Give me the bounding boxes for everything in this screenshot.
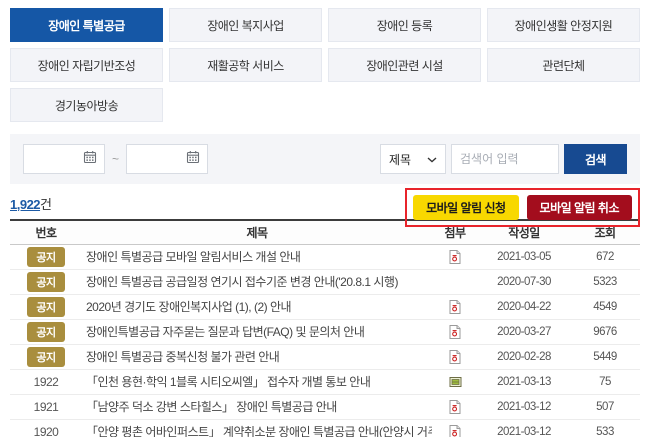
- search-button[interactable]: 검색: [564, 144, 627, 174]
- attachment-doc-icon[interactable]: [449, 400, 461, 414]
- column-header: 번호: [10, 220, 82, 244]
- mobile-alert-cancel-button[interactable]: 모바일 알림 취소: [527, 195, 632, 220]
- table-row: 공지 장애인 특별공급 중복신청 불가 관련 안내 2020-02-28 544…: [10, 344, 640, 369]
- red-annotation-box: 모바일 알림 신청 모바일 알림 취소: [405, 188, 640, 227]
- post-date: 2020-07-30: [478, 269, 570, 294]
- notice-badge: 공지: [27, 272, 64, 292]
- date-to-input[interactable]: [126, 144, 208, 174]
- post-title[interactable]: 「인천 용현·학익 1블록 시티오씨엘」 접수자 개별 통보 안내: [82, 369, 432, 394]
- notice-badge: 공지: [27, 347, 64, 367]
- tab-6[interactable]: 장애인관련 시설: [328, 48, 481, 82]
- post-title[interactable]: 장애인 특별공급 중복신청 불가 관련 안내: [82, 344, 432, 369]
- attachment-zip-icon[interactable]: [449, 376, 462, 388]
- post-date: 2021-03-13: [478, 369, 570, 394]
- calendar-icon[interactable]: [83, 150, 97, 169]
- mobile-alert-subscribe-button[interactable]: 모바일 알림 신청: [413, 195, 518, 220]
- post-title[interactable]: 장애인특별공급 자주묻는 질문과 답변(FAQ) 및 문의처 안내: [82, 319, 432, 344]
- post-date: 2020-03-27: [478, 319, 570, 344]
- post-date: 2021-03-12: [478, 394, 570, 419]
- search-field-value: 제목: [389, 151, 411, 168]
- table-row: 공지 2020년 경기도 장애인복지사업 (1), (2) 안내 2020-04…: [10, 294, 640, 319]
- attachment-doc-icon[interactable]: [449, 250, 461, 264]
- post-title[interactable]: 「안양 평촌 어바인퍼스트」 계약취소분 장애인 특별공급 안내(안양시 거주자…: [82, 419, 432, 437]
- attachment-doc-icon[interactable]: [449, 425, 461, 437]
- notice-badge: 공지: [27, 247, 64, 267]
- table-row: 1920 「안양 평촌 어바인퍼스트」 계약취소분 장애인 특별공급 안내(안양…: [10, 419, 640, 437]
- calendar-icon[interactable]: [186, 150, 200, 169]
- search-bar: ~ 제목 검색: [10, 134, 640, 184]
- tab-8[interactable]: 경기농아방송: [10, 88, 163, 122]
- row-number: 1921: [34, 400, 59, 414]
- tab-3[interactable]: 장애인생활 안정지원: [487, 8, 640, 42]
- table-row: 공지 장애인 특별공급 공급일정 연기시 접수기준 변경 안내('20.8.1 …: [10, 269, 640, 294]
- notice-badge: 공지: [27, 297, 64, 317]
- post-views: 672: [570, 244, 640, 269]
- table-row: 공지 장애인 특별공급 모바일 알림서비스 개설 안내 2021-03-05 6…: [10, 244, 640, 269]
- tab-bar: 장애인 특별공급장애인 복지사업장애인 등록장애인생활 안정지원장애인 자립기반…: [10, 8, 640, 122]
- chevron-down-icon: [427, 152, 437, 166]
- board-body: 공지 장애인 특별공급 모바일 알림서비스 개설 안내 2021-03-05 6…: [10, 244, 640, 437]
- tab-0[interactable]: 장애인 특별공급: [10, 8, 163, 42]
- attachment-doc-icon[interactable]: [449, 325, 461, 339]
- tab-1[interactable]: 장애인 복지사업: [169, 8, 322, 42]
- column-header: 제목: [82, 220, 432, 244]
- post-views: 75: [570, 369, 640, 394]
- keyword-search-group: 제목 검색: [380, 144, 627, 174]
- table-row: 공지 장애인특별공급 자주묻는 질문과 답변(FAQ) 및 문의처 안내 202…: [10, 319, 640, 344]
- post-date: 2020-02-28: [478, 344, 570, 369]
- tab-2[interactable]: 장애인 등록: [328, 8, 481, 42]
- post-date: 2020-04-22: [478, 294, 570, 319]
- search-field-select[interactable]: 제목: [380, 144, 446, 174]
- notice-badge: 공지: [27, 322, 64, 342]
- tab-7[interactable]: 관련단체: [487, 48, 640, 82]
- notice-board-page: 장애인 특별공급장애인 복지사업장애인 등록장애인생활 안정지원장애인 자립기반…: [0, 0, 650, 437]
- row-number: 1920: [34, 425, 59, 437]
- date-range-separator: ~: [112, 152, 119, 166]
- row-number: 1922: [34, 375, 59, 389]
- notice-table: 번호제목첨부작성일조회 공지 장애인 특별공급 모바일 알림서비스 개설 안내 …: [10, 219, 640, 437]
- post-title[interactable]: 2020년 경기도 장애인복지사업 (1), (2) 안내: [82, 294, 432, 319]
- post-views: 5323: [570, 269, 640, 294]
- post-views: 507: [570, 394, 640, 419]
- list-header: 1,922건 모바일 알림 신청 모바일 알림 취소: [10, 187, 640, 219]
- table-row: 1922 「인천 용현·학익 1블록 시티오씨엘」 접수자 개별 통보 안내 2…: [10, 369, 640, 394]
- post-date: 2021-03-12: [478, 419, 570, 437]
- keyword-input[interactable]: [451, 144, 559, 174]
- date-from-input[interactable]: [23, 144, 105, 174]
- table-row: 1921 「남양주 덕소 강변 스타힐스」 장애인 특별공급 안내 2021-0…: [10, 394, 640, 419]
- result-count-unit: 건: [40, 197, 51, 212]
- post-title[interactable]: 「남양주 덕소 강변 스타힐스」 장애인 특별공급 안내: [82, 394, 432, 419]
- tab-4[interactable]: 장애인 자립기반조성: [10, 48, 163, 82]
- date-range-group: ~: [23, 144, 208, 174]
- post-title[interactable]: 장애인 특별공급 공급일정 연기시 접수기준 변경 안내('20.8.1 시행): [82, 269, 432, 294]
- post-views: 533: [570, 419, 640, 437]
- post-views: 4549: [570, 294, 640, 319]
- result-count-number: 1,922: [10, 197, 40, 212]
- post-views: 9676: [570, 319, 640, 344]
- tab-5[interactable]: 재활공학 서비스: [169, 48, 322, 82]
- attachment-doc-icon[interactable]: [449, 300, 461, 314]
- post-views: 5449: [570, 344, 640, 369]
- post-title[interactable]: 장애인 특별공급 모바일 알림서비스 개설 안내: [82, 244, 432, 269]
- post-date: 2021-03-05: [478, 244, 570, 269]
- attachment-doc-icon[interactable]: [449, 350, 461, 364]
- result-count: 1,922건: [10, 194, 52, 213]
